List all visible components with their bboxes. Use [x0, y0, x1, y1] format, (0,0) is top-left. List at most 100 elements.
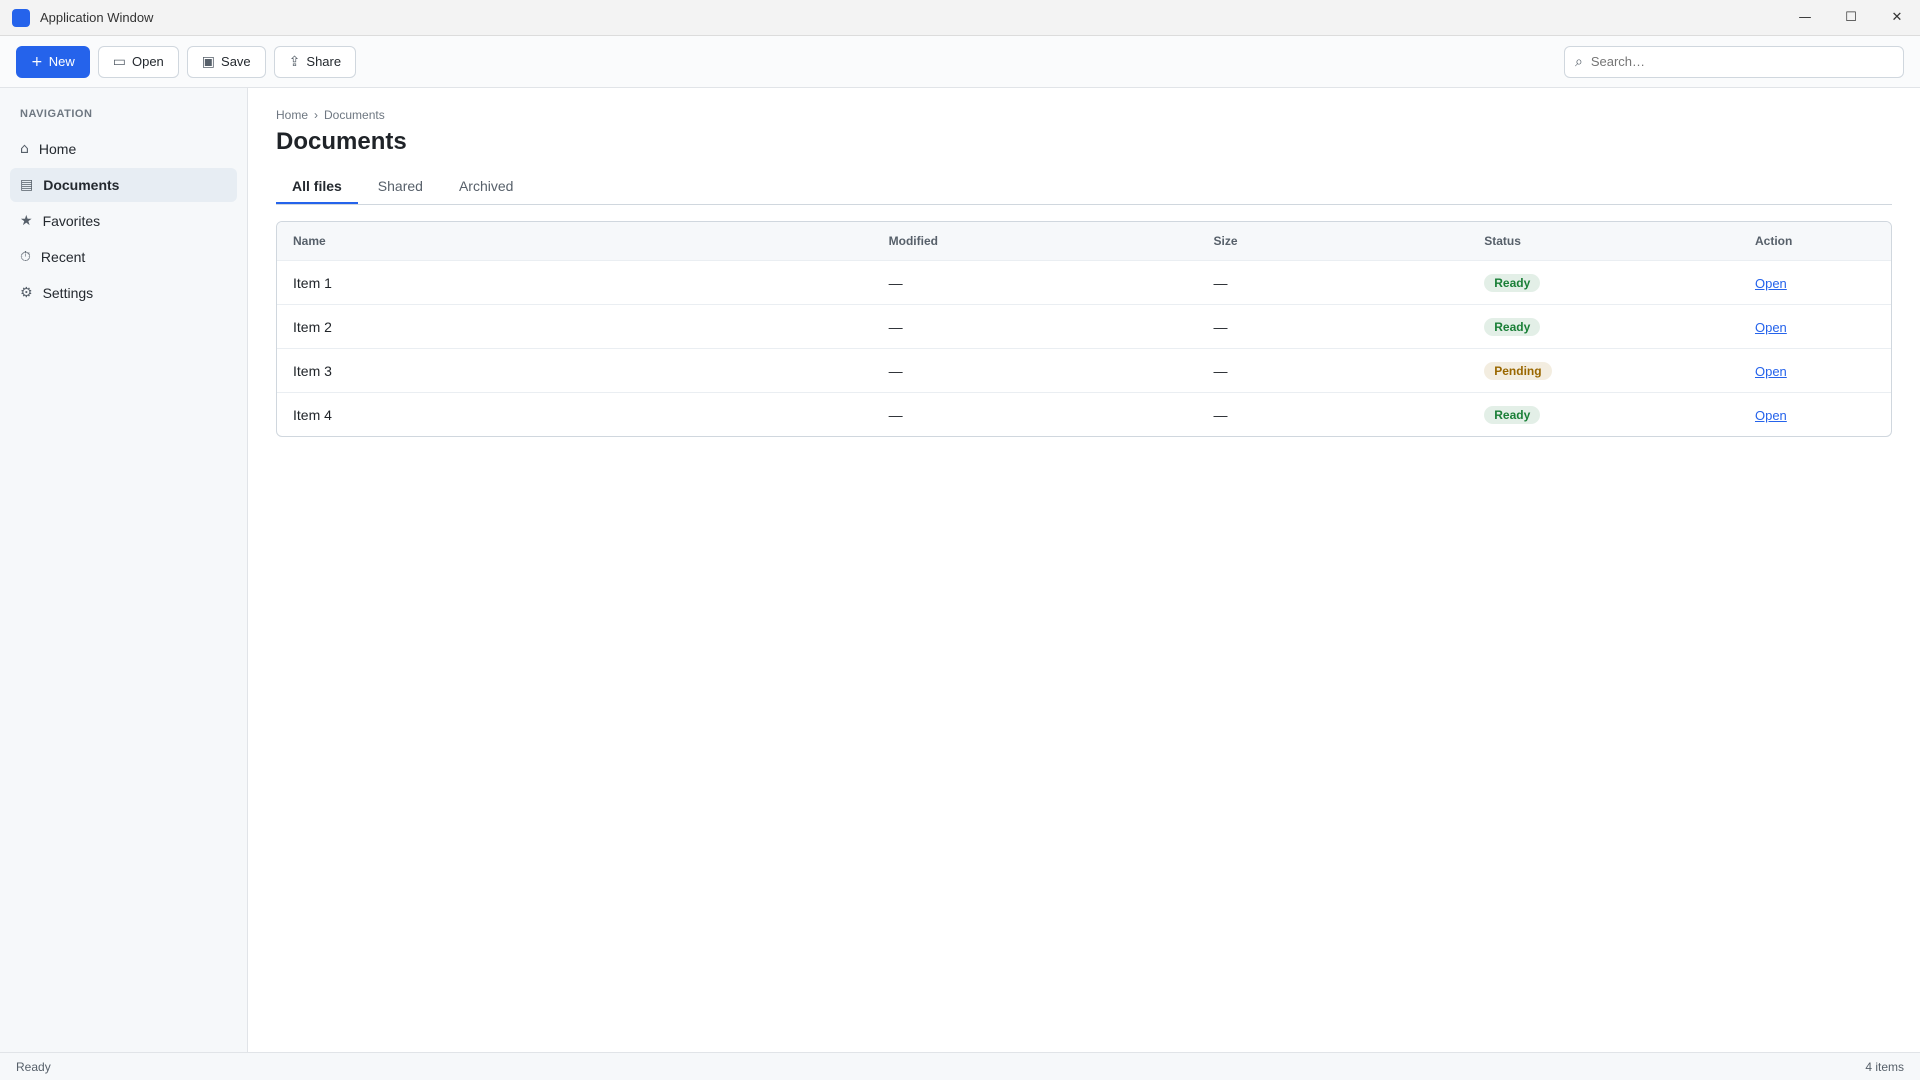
- table-row[interactable]: Item 1 — — Ready Open: [277, 260, 1891, 304]
- new-button[interactable]: + New: [16, 45, 90, 78]
- status-text: Ready: [16, 1059, 51, 1074]
- tab-shared[interactable]: Shared: [362, 170, 439, 204]
- sidebar-item-label: Home: [38, 141, 77, 157]
- window-title: Application Window: [40, 10, 154, 25]
- plus-icon: +: [31, 53, 43, 70]
- tab-archived[interactable]: Archived: [443, 170, 529, 204]
- app-window: Application Window — ☐ ✕ + New ▭ Open ▣ …: [0, 0, 1920, 1080]
- table-cell: Item 1: [293, 275, 889, 291]
- row-action-link[interactable]: Open: [1755, 408, 1787, 423]
- maximize-button[interactable]: ☐: [1828, 0, 1874, 35]
- sidebar-heading: Navigation: [20, 108, 93, 120]
- table-cell: —: [889, 319, 1214, 335]
- cell-name: Item 4: [293, 406, 332, 423]
- save-icon: ▣: [201, 53, 216, 70]
- status-badge: Ready: [1484, 317, 1541, 336]
- column-header: Action: [1754, 234, 1793, 248]
- share-icon: ⇪: [288, 53, 301, 70]
- column-header[interactable]: Name: [293, 234, 889, 248]
- table-cell: Open: [1755, 363, 1875, 379]
- row-action-link[interactable]: Open: [1755, 320, 1787, 335]
- tab-all-files[interactable]: All files: [276, 170, 358, 204]
- clock-icon: ⏱: [20, 249, 31, 265]
- search-input[interactable]: [1590, 54, 1893, 69]
- save-button-label: Save: [221, 54, 251, 69]
- app-icon: [12, 8, 30, 27]
- cell-size: —: [1213, 362, 1228, 379]
- new-button-label: New: [48, 54, 75, 69]
- item-count: 4 items: [1865, 1059, 1904, 1074]
- status-bar: Ready 4 items: [0, 1052, 1920, 1080]
- close-button[interactable]: ✕: [1874, 0, 1920, 35]
- cell-modified: —: [888, 274, 903, 291]
- row-action-link[interactable]: Open: [1755, 276, 1787, 291]
- table-row[interactable]: Item 3 — — Pending Open: [277, 348, 1891, 392]
- app-body: Navigation ⌂ Home ▤ Documents ★ Favorite…: [0, 88, 1920, 1052]
- table-header-row: Name Modified Size Status Action: [277, 222, 1891, 260]
- cell-size: —: [1213, 406, 1228, 423]
- share-button-label: Share: [306, 54, 342, 69]
- sidebar-item-favorites[interactable]: ★ Favorites: [10, 204, 237, 238]
- table-cell: —: [889, 407, 1214, 423]
- column-header[interactable]: Status: [1484, 234, 1755, 248]
- star-icon: ★: [20, 213, 33, 229]
- breadcrumb-item[interactable]: Home: [276, 108, 308, 122]
- sidebar-item-label: Recent: [40, 249, 86, 265]
- document-icon: ▤: [20, 177, 34, 193]
- search-box[interactable]: ⌕: [1564, 45, 1904, 78]
- sidebar-item-label: Favorites: [42, 213, 101, 229]
- cell-name: Item 2: [293, 318, 332, 335]
- open-button-label: Open: [131, 54, 164, 69]
- table-cell: Pending: [1484, 361, 1755, 380]
- sidebar-item-home[interactable]: ⌂ Home: [10, 132, 237, 166]
- table-row[interactable]: Item 2 — — Ready Open: [277, 304, 1891, 348]
- table-cell: —: [889, 275, 1214, 291]
- table-cell: Item 2: [293, 319, 889, 335]
- window-controls: — ☐ ✕: [1782, 0, 1920, 35]
- cell-modified: —: [888, 406, 903, 423]
- breadcrumb-item[interactable]: Documents: [324, 108, 385, 122]
- table-cell: Open: [1755, 275, 1875, 291]
- sidebar-item-documents[interactable]: ▤ Documents: [10, 168, 237, 202]
- tab-bar: All files Shared Archived: [276, 170, 1892, 205]
- open-button[interactable]: ▭ Open: [97, 45, 179, 78]
- cell-size: —: [1213, 318, 1228, 335]
- cell-name: Item 3: [293, 362, 332, 379]
- breadcrumb: Home › Documents: [276, 108, 1892, 122]
- sidebar-item-settings[interactable]: ⚙ Settings: [10, 276, 237, 310]
- search-icon: ⌕: [1575, 53, 1583, 70]
- table-row[interactable]: Item 4 — — Ready Open: [277, 392, 1891, 436]
- table-cell: Open: [1755, 407, 1875, 423]
- minimize-button[interactable]: —: [1782, 0, 1828, 35]
- sidebar-item-label: Settings: [42, 285, 94, 301]
- cell-modified: —: [888, 318, 903, 335]
- column-header[interactable]: Modified: [889, 234, 1214, 248]
- column-header[interactable]: Size: [1214, 234, 1485, 248]
- folder-icon: ▭: [112, 53, 126, 70]
- home-icon: ⌂: [20, 141, 29, 157]
- row-action-link[interactable]: Open: [1755, 364, 1787, 379]
- cell-size: —: [1213, 274, 1228, 291]
- table-cell: —: [1214, 363, 1485, 379]
- sidebar-item-recent[interactable]: ⏱ Recent: [10, 240, 237, 274]
- sidebar-item-label: Documents: [43, 177, 120, 193]
- table-cell: Item 4: [293, 407, 889, 423]
- table-cell: —: [1214, 319, 1485, 335]
- page-title: Documents: [276, 128, 407, 155]
- toolbar: + New ▭ Open ▣ Save ⇪ Share ⌕: [0, 36, 1920, 88]
- breadcrumb-separator-icon: ›: [314, 108, 319, 122]
- share-button[interactable]: ⇪ Share: [273, 45, 357, 78]
- status-badge: Pending: [1484, 361, 1552, 380]
- file-table: Name Modified Size Status Action Item 1 —…: [276, 221, 1892, 437]
- table-cell: —: [889, 363, 1214, 379]
- save-button[interactable]: ▣ Save: [186, 45, 266, 78]
- table-cell: Item 3: [293, 363, 889, 379]
- cell-name: Item 1: [293, 274, 332, 291]
- table-cell: Ready: [1484, 273, 1755, 292]
- table-cell: —: [1214, 407, 1485, 423]
- status-badge: Ready: [1484, 273, 1541, 292]
- title-bar: Application Window — ☐ ✕: [0, 0, 1920, 36]
- main-content: Home › Documents Documents All files Sha…: [248, 88, 1920, 1052]
- table-cell: Ready: [1484, 317, 1755, 336]
- gear-icon: ⚙: [20, 285, 33, 301]
